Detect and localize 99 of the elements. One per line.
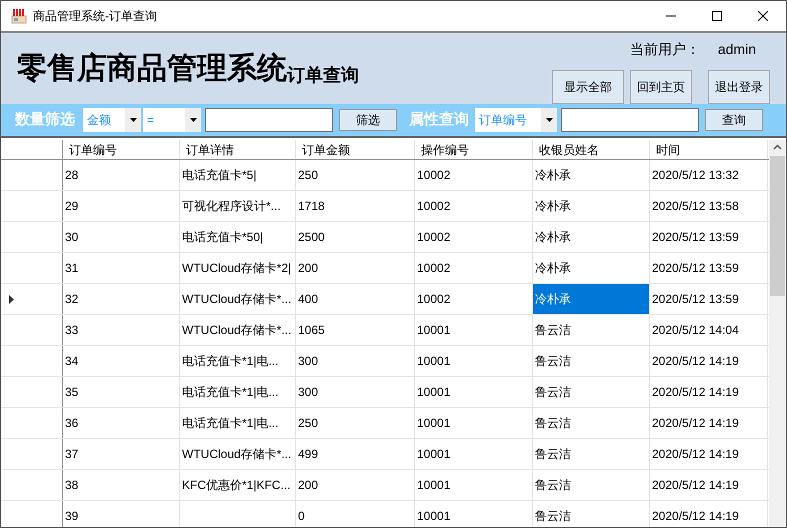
close-icon <box>758 11 768 21</box>
caret-icon <box>190 118 196 122</box>
table-cell: 2020/5/12 14:19 <box>650 408 768 438</box>
table-cell: 电话充值卡*50| <box>180 222 296 252</box>
table-cell: WTUCloud存储卡*2| <box>180 253 296 283</box>
table-cell: 10001 <box>415 470 533 500</box>
table-cell: 31 <box>63 253 180 283</box>
table-cell: 29 <box>63 191 180 221</box>
table-cell: 2020/5/12 13:58 <box>650 191 768 221</box>
table-cell: 10001 <box>415 408 533 438</box>
table-cell: 10002 <box>415 160 533 190</box>
table-cell: 冷朴承 <box>533 222 650 252</box>
table-cell: 33 <box>63 315 180 345</box>
table-cell: 32 <box>63 284 180 314</box>
column-header[interactable]: 订单金额 <box>296 140 415 159</box>
table-cell: 35 <box>63 377 180 407</box>
table-cell: 200 <box>296 470 415 500</box>
caret-icon <box>130 118 136 122</box>
window-title: 商品管理系统-订单查询 <box>33 8 157 25</box>
table-cell: 34 <box>63 346 180 376</box>
table-cell: 10002 <box>415 191 533 221</box>
filter-button[interactable]: 筛选 <box>339 109 397 131</box>
table-cell: 499 <box>296 439 415 469</box>
table-cell: 10001 <box>415 439 533 469</box>
table-cell: 电话充值卡*1|电... <box>180 408 296 438</box>
table-cell: 鲁云洁 <box>533 408 650 438</box>
table-cell: 电话充值卡*5| <box>180 160 296 190</box>
table-cell: 2020/5/12 14:04 <box>650 315 768 345</box>
header-button[interactable]: 显示全部 <box>552 70 624 104</box>
scroll-up-icon[interactable] <box>773 144 782 150</box>
table-cell: 冷朴承 <box>533 160 650 190</box>
table-cell: 鲁云洁 <box>533 315 650 345</box>
column-header[interactable]: 收银员姓名 <box>533 140 650 159</box>
table-cell: 2020/5/12 14:19 <box>650 439 768 469</box>
table-cell: 200 <box>296 253 415 283</box>
column-header[interactable]: 时间 <box>650 140 768 159</box>
table-cell: WTUCloud存储卡*... <box>180 284 296 314</box>
table-cell: 10001 <box>415 501 533 527</box>
user-name: admin <box>718 40 756 59</box>
table-cell: 1065 <box>296 315 415 345</box>
table-cell: 鲁云洁 <box>533 377 650 407</box>
table-cell: 鲁云洁 <box>533 501 650 527</box>
table-cell: 300 <box>296 346 415 376</box>
table-cell: 鲁云洁 <box>533 470 650 500</box>
table-cell: 10002 <box>415 222 533 252</box>
table-cell: 39 <box>63 501 180 527</box>
page-title: 订单查询 <box>287 65 359 86</box>
table-cell: 可视化程序设计*... <box>180 191 296 221</box>
value-field[interactable] <box>205 108 333 132</box>
table-cell: 2020/5/12 13:59 <box>650 222 768 252</box>
query-button[interactable]: 查询 <box>705 109 763 131</box>
table-cell: 10001 <box>415 346 533 376</box>
column-header[interactable]: 订单详情 <box>180 140 296 159</box>
table-cell: 2020/5/12 14:19 <box>650 377 768 407</box>
table-cell: WTUCloud存储卡*... <box>180 315 296 345</box>
caret-icon <box>546 118 552 122</box>
table-cell: 电话充值卡*1|电... <box>180 346 296 376</box>
table-cell: 250 <box>296 160 415 190</box>
table-cell: 电话充值卡*1|电... <box>180 377 296 407</box>
filter-label: 数量筛选 <box>15 110 75 130</box>
query-label: 属性查询 <box>409 110 469 130</box>
app-title: 零售店商品管理系统 <box>17 52 287 86</box>
table-cell: 400 <box>296 284 415 314</box>
table-cell: 2020/5/12 13:32 <box>650 160 768 190</box>
user-label: 当前用户： <box>630 40 700 59</box>
header-button[interactable]: 回到主页 <box>630 70 692 104</box>
table-cell: 1718 <box>296 191 415 221</box>
app-icon <box>11 8 27 24</box>
table-cell: 2020/5/12 13:59 <box>650 253 768 283</box>
table-cell: 2500 <box>296 222 415 252</box>
table-cell: 10001 <box>415 377 533 407</box>
table-cell: 鲁云洁 <box>533 439 650 469</box>
table-cell: 300 <box>296 377 415 407</box>
column-header[interactable]: 订单编号 <box>63 140 180 159</box>
scrollbar[interactable] <box>769 140 786 527</box>
table-cell: 2020/5/12 13:59 <box>650 284 768 314</box>
table-cell: 37 <box>63 439 180 469</box>
table-cell: KFC优惠价*1|KFC... <box>180 470 296 500</box>
table-cell: 2020/5/12 14:19 <box>650 501 768 527</box>
table-cell: 10001 <box>415 315 533 345</box>
table-cell: 鲁云洁 <box>533 346 650 376</box>
table-cell: 30 <box>63 222 180 252</box>
table-cell: 28 <box>63 160 180 190</box>
maximize-icon <box>712 11 722 21</box>
table-cell: 10002 <box>415 253 533 283</box>
header-button[interactable]: 退出登录 <box>708 70 770 104</box>
table-cell: 250 <box>296 408 415 438</box>
table-cell: 36 <box>63 408 180 438</box>
column-header[interactable]: 操作编号 <box>415 140 533 159</box>
table-cell: 2020/5/12 14:19 <box>650 470 768 500</box>
scroll-thumb[interactable] <box>770 156 785 296</box>
table-cell: 38 <box>63 470 180 500</box>
table-cell: 冷朴承 <box>533 284 650 314</box>
table-cell: 2020/5/12 14:19 <box>650 346 768 376</box>
query-field[interactable] <box>561 108 699 132</box>
table-cell: 冷朴承 <box>533 253 650 283</box>
table-cell: WTUCloud存储卡*... <box>180 439 296 469</box>
table-cell: 0 <box>296 501 415 527</box>
table-cell: 冷朴承 <box>533 191 650 221</box>
